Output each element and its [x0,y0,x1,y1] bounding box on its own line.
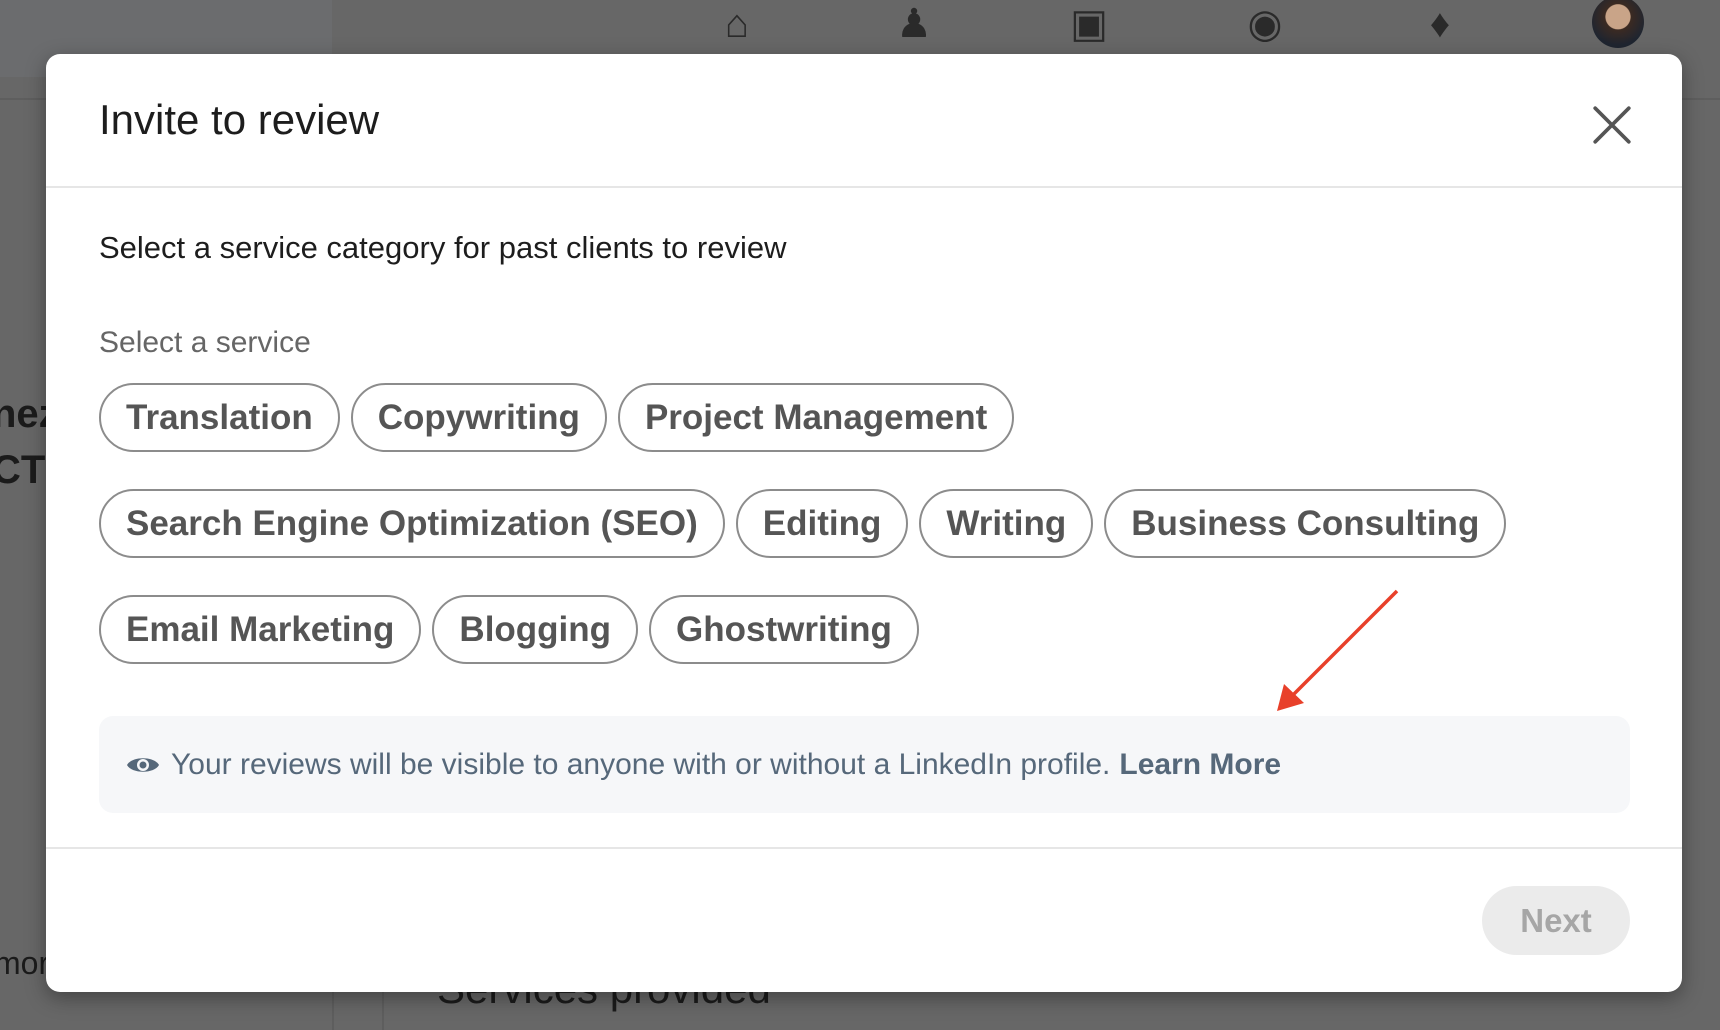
chip-copywriting[interactable]: Copywriting [350,383,607,452]
visibility-info-box: Your reviews will be visible to anyone w… [99,716,1630,813]
background-text: mor [0,945,50,981]
jobs-briefcase-icon[interactable]: ▣ [1064,2,1114,46]
info-text: Your reviews will be visible to anyone w… [171,747,1111,781]
service-chips: Translation Copywriting Project Manageme… [99,383,1599,701]
learn-more-link[interactable]: Learn More [1119,748,1281,782]
background-text: CT [0,448,46,492]
profile-avatar[interactable] [1592,0,1644,48]
close-icon[interactable] [1591,104,1633,146]
chip-seo[interactable]: Search Engine Optimization (SEO) [99,489,725,558]
my-network-icon[interactable]: ♟ [889,2,939,46]
chip-blogging[interactable]: Blogging [432,595,639,664]
eye-icon [127,757,159,772]
chip-editing[interactable]: Editing [735,489,909,558]
messaging-icon[interactable]: ◉ [1240,2,1290,46]
chip-writing[interactable]: Writing [919,489,1094,558]
chip-email-marketing[interactable]: Email Marketing [99,595,422,664]
notifications-bell-icon[interactable]: ♦ [1415,2,1465,46]
invite-to-review-dialog: Invite to review Select a service catego… [46,54,1682,992]
dialog-title: Invite to review [99,96,380,143]
next-button[interactable]: Next [1482,886,1630,955]
header-divider [46,186,1682,188]
chip-business-consulting[interactable]: Business Consulting [1104,489,1507,558]
service-label: Select a service [99,326,311,359]
home-icon[interactable]: ⌂ [712,2,762,46]
footer-divider [46,847,1682,849]
chip-ghostwriting[interactable]: Ghostwriting [649,595,919,664]
chip-translation[interactable]: Translation [99,383,340,452]
dialog-subtitle: Select a service category for past clien… [99,230,787,265]
chip-project-management[interactable]: Project Management [617,383,1015,452]
